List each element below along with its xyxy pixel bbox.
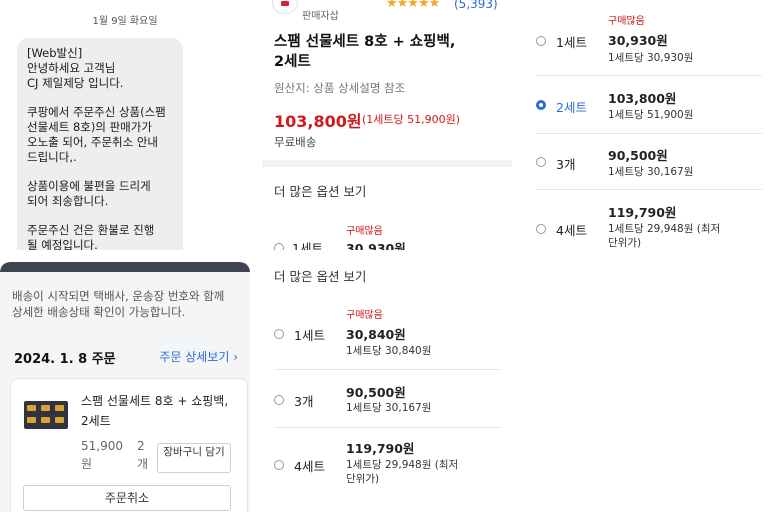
radio-icon[interactable]: [536, 224, 546, 234]
radio-icon[interactable]: [274, 460, 284, 470]
add-to-cart-button[interactable]: 장바구니 담기: [157, 443, 231, 473]
message-bubble: [Web발신] 안녕하세요 고객님 CJ 제일제당 입니다. 쿠팡에서 주문주신…: [17, 38, 183, 250]
option-row[interactable]: 3개 90,500원 1세트당 30,167원: [274, 370, 500, 428]
options-panel: 1세트 구매많음 30,930원 1세트당 30,930원 2세트 103,80…: [524, 0, 774, 250]
radio-selected-icon[interactable]: [536, 100, 546, 110]
order-detail-link[interactable]: 주문 상세보기 ›: [159, 348, 238, 365]
cancel-order-button[interactable]: 주문취소: [23, 485, 231, 511]
option-price: 119,790원: [346, 441, 415, 456]
popular-tag: 구매많음: [346, 226, 383, 237]
option-row[interactable]: 1세트 구매많음 30,930원 1세트당 30,930원: [536, 4, 762, 76]
option-unit-price: 1세트당 30,167원: [346, 402, 432, 414]
more-options-heading[interactable]: 더 많은 옵션 보기: [274, 266, 366, 285]
option-unit-price: 1세트당 51,900원: [608, 109, 694, 121]
option-row[interactable]: 2세트 103,800원 1세트당 51,900원: [536, 76, 762, 134]
option-label: 4세트: [294, 459, 325, 474]
option-price: 90,500원: [346, 385, 406, 400]
option-row[interactable]: 1세트: [274, 238, 323, 250]
option-price: 103,800원: [608, 91, 677, 106]
order-item-card: 스팸 선물세트 8호 + 쇼핑백, 2세트 51,900원 2개 장바구니 담기…: [10, 378, 248, 512]
option-price: 30,930원: [608, 33, 668, 48]
option-label: 3개: [556, 157, 576, 172]
option-row[interactable]: 4세트 119,790원 1세트당 29,948원 (최저 단위가): [274, 428, 500, 498]
option-row[interactable]: 3개 90,500원 1세트당 30,167원: [536, 134, 762, 190]
message-paragraph: 상품이용에 불편을 드리게 되어 죄송합니다.: [27, 179, 151, 208]
more-options-heading[interactable]: 더 많은 옵션 보기: [274, 181, 366, 200]
delivery-notice: 배송이 시작되면 택배사, 운송장 번호와 함께 상세한 배송상태 확인이 가능…: [12, 289, 225, 319]
message-paragraph: 주문주신 건은 환불로 진행 될 예정입니다.: [27, 223, 155, 250]
option-label: 4세트: [556, 223, 587, 238]
option-label: 1세트: [292, 241, 323, 250]
order-quantity: 2개: [137, 439, 149, 471]
product-title: 스팸 선물세트 8호 + 쇼핑백, 2세트: [274, 34, 456, 70]
option-row[interactable]: 1세트 구매많음 30,840원 1세트당 30,840원: [274, 302, 500, 370]
order-history-panel: 배송이 시작되면 택배사, 운송장 번호와 함께 상세한 배송상태 확인이 가능…: [0, 262, 250, 512]
message-date: 1월 9일 화요일: [92, 16, 158, 27]
rating-stars-icon: ★★★★★: [386, 0, 440, 11]
seller-logo-icon[interactable]: [272, 0, 298, 14]
product-thumbnail[interactable]: [24, 401, 68, 429]
origin-info: 원산지: 상품 상세설명 참조: [274, 81, 406, 95]
product-price: 103,800원: [274, 112, 362, 131]
review-count[interactable]: (5,393): [454, 0, 498, 11]
product-detail-panel: ★★★★★ (5,393) 판매자삽 스팸 선물세트 8호 + 쇼핑백, 2세트…: [262, 0, 512, 250]
option-price: 119,790원: [608, 205, 677, 220]
option-price: 30,930원: [346, 241, 406, 250]
radio-icon[interactable]: [274, 329, 284, 339]
section-divider: [262, 160, 512, 167]
option-unit-price: 1세트당 29,948원 (최저 단위가): [608, 223, 721, 249]
options-panel: 더 많은 옵션 보기 1세트 구매많음 30,840원 1세트당 30,840원…: [262, 262, 512, 512]
radio-icon[interactable]: [274, 395, 284, 405]
order-price: 51,900원: [81, 439, 123, 471]
radio-icon[interactable]: [536, 36, 546, 46]
seller-label: 판매자삽: [302, 11, 339, 22]
radio-icon[interactable]: [536, 157, 546, 167]
order-product-name[interactable]: 스팸 선물세트 8호 + 쇼핑백, 2세트: [81, 391, 241, 431]
sms-message-panel: 1월 9일 화요일 [Web발신] 안녕하세요 고객님 CJ 제일제당 입니다.…: [0, 0, 250, 250]
message-paragraph: 쿠팡에서 주문주신 상품(스팸 선물세트 8호)의 판매가가 오노출 되어, 주…: [27, 105, 166, 164]
option-label: 2세트: [556, 100, 587, 115]
popular-tag: 구매많음: [608, 16, 645, 27]
unit-price: (1세트당 51,900원): [362, 113, 461, 126]
message-paragraph: [Web발신] 안녕하세요 고객님 CJ 제일제당 입니다.: [27, 46, 124, 90]
popular-tag: 구매많음: [346, 310, 383, 321]
shipping-info: 무료배송: [274, 135, 317, 149]
option-unit-price: 1세트당 30,167원: [608, 166, 694, 178]
option-label: 1세트: [294, 328, 325, 343]
option-price: 90,500원: [608, 148, 668, 163]
option-price: 30,840원: [346, 327, 406, 342]
option-label: 3개: [294, 394, 314, 409]
option-unit-price: 1세트당 30,840원: [346, 345, 432, 357]
order-date: 2024. 1. 8 주문: [14, 352, 116, 367]
radio-icon[interactable]: [274, 243, 284, 250]
option-label: 1세트: [556, 35, 587, 50]
option-row[interactable]: 4세트 119,790원 1세트당 29,948원 (최저 단위가): [536, 190, 762, 250]
option-unit-price: 1세트당 29,948원 (최저 단위가): [346, 459, 459, 485]
option-unit-price: 1세트당 30,930원: [608, 52, 694, 64]
panel-header-bar: [0, 262, 250, 272]
